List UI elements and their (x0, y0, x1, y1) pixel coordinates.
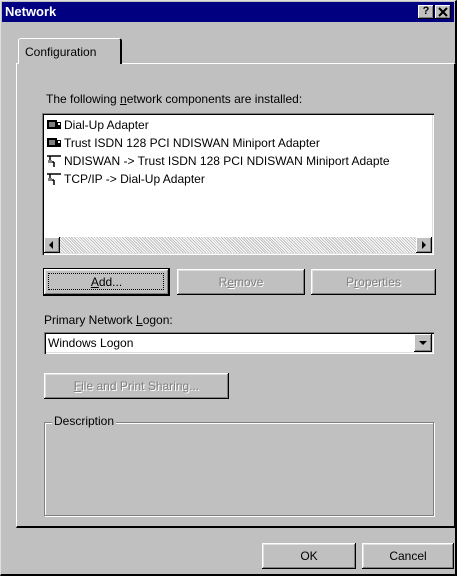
title-bar[interactable]: Network ? (2, 2, 454, 22)
tab-configuration-label: Configuration (25, 45, 97, 59)
properties-button[interactable]: Properties (311, 269, 436, 295)
components-list[interactable]: Dial-Up Adapter Trust ISDN 128 PCI NDISW… (42, 113, 434, 255)
scroll-left-button[interactable] (44, 237, 60, 253)
help-button[interactable]: ? (418, 5, 434, 19)
primary-logon-value: Windows Logon (48, 336, 134, 350)
file-print-sharing-button[interactable]: File and Print Sharing... (44, 373, 229, 399)
description-label: Description (52, 414, 117, 428)
network-adapter-icon (47, 120, 61, 129)
close-icon (438, 7, 448, 17)
chevron-down-icon (419, 341, 427, 345)
focus-rect (48, 273, 164, 290)
add-button[interactable]: Add... (43, 268, 170, 296)
tab-configuration[interactable]: Configuration (18, 38, 122, 64)
components-caption: The following network components are ins… (46, 92, 303, 106)
primary-logon-label: Primary Network Logon: (44, 313, 173, 327)
description-group (44, 422, 434, 516)
horizontal-scrollbar[interactable] (44, 237, 432, 253)
list-item[interactable]: TCP/IP -> Dial-Up Adapter (46, 170, 430, 188)
remove-button[interactable]: Remove (177, 269, 305, 295)
list-item[interactable]: Dial-Up Adapter (46, 116, 430, 134)
dropdown-button[interactable] (414, 334, 432, 352)
close-button[interactable] (435, 5, 451, 19)
arrow-right-icon (422, 241, 426, 249)
primary-logon-select[interactable]: Windows Logon (44, 332, 434, 354)
cancel-button[interactable]: Cancel (362, 543, 454, 569)
list-item[interactable]: Trust ISDN 128 PCI NDISWAN Miniport Adap… (46, 134, 430, 152)
protocol-icon (47, 155, 61, 167)
window-title: Network (5, 4, 57, 19)
scroll-right-button[interactable] (416, 237, 432, 253)
arrow-left-icon (49, 241, 53, 249)
protocol-icon (47, 173, 61, 185)
list-item[interactable]: NDISWAN -> Trust ISDN 128 PCI NDISWAN Mi… (46, 152, 430, 170)
network-adapter-icon (47, 138, 61, 147)
ok-button[interactable]: OK (262, 543, 356, 569)
